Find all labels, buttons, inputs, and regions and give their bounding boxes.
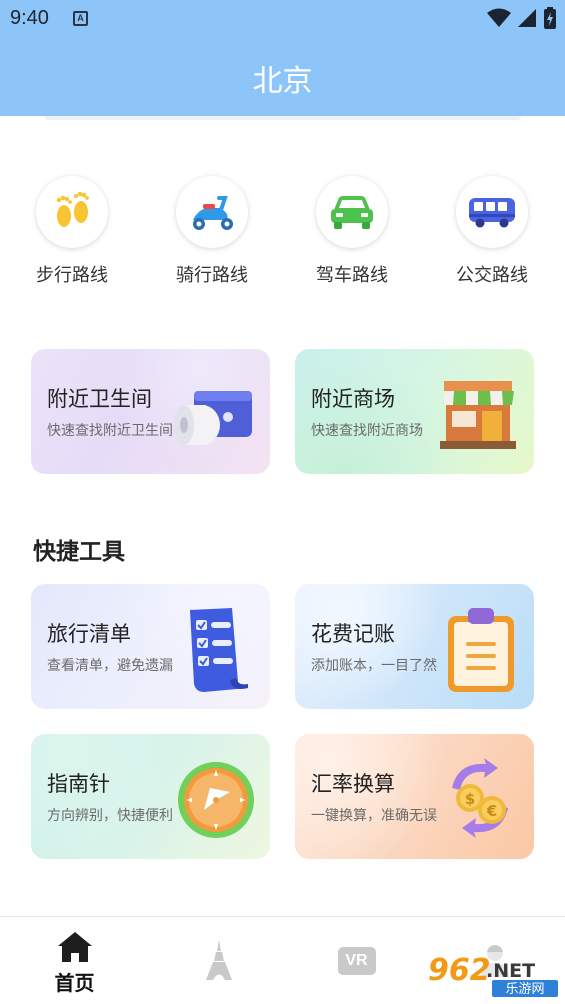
- nearby-toilet-title: 附近卫生间: [47, 387, 152, 411]
- currency-exchange-card[interactable]: 汇率换算 一键换算，准确无误 $ €: [295, 734, 534, 859]
- expense-tracker-card[interactable]: 花费记账 添加账本，一目了然: [295, 584, 534, 709]
- tab-home-label: 首页: [54, 971, 95, 995]
- route-drive-label: 驾车路线: [316, 265, 388, 286]
- nearby-toilet-card[interactable]: 附近卫生间 快速查找附近卫生间: [31, 349, 270, 474]
- compass-card[interactable]: 指南针 方向辨别，快捷便利: [31, 734, 270, 859]
- signal-icon: [518, 9, 536, 27]
- travel-checklist-subtitle: 查看清单，避免遗漏: [47, 658, 173, 674]
- vr-icon-text: VR: [345, 952, 368, 969]
- vr-icon: VR: [337, 947, 376, 975]
- svg-text:乐游网: 乐游网: [505, 982, 544, 997]
- tab-vr[interactable]: VR: [286, 917, 427, 1004]
- route-bus-button[interactable]: 公交路线: [422, 176, 562, 287]
- clipboard-icon: [448, 608, 514, 692]
- compass-title: 指南针: [47, 772, 110, 796]
- status-time: 9:40: [10, 7, 49, 29]
- route-bike-button[interactable]: 骑行路线: [142, 176, 282, 287]
- header: 北京: [0, 40, 565, 116]
- route-buttons: 步行路线 骑行路线 驾车路线 公交路线: [0, 176, 565, 286]
- travel-checklist-card[interactable]: 旅行清单 查看清单，避免遗漏: [31, 584, 270, 709]
- toilet-paper-icon: [174, 391, 252, 445]
- route-walk-button[interactable]: 步行路线: [2, 176, 142, 287]
- tab-home[interactable]: 首页: [4, 917, 145, 1004]
- svg-text:962: 962: [428, 953, 491, 988]
- compass-subtitle: 方向辨别，快捷便利: [47, 808, 173, 824]
- nearby-toilet-subtitle: 快速查找附近卫生间: [47, 423, 173, 439]
- keyboard-a-icon: A: [73, 11, 88, 26]
- currency-exchange-icon: $ €: [452, 758, 508, 838]
- battery-icon: [544, 7, 556, 29]
- status-icons: [487, 7, 557, 29]
- compass-icon: [178, 762, 254, 838]
- expense-tracker-title: 花费记账: [311, 622, 395, 646]
- tools-section-title: 快捷工具: [33, 539, 125, 565]
- scooter-icon: [193, 196, 233, 230]
- bus-icon: [469, 198, 515, 228]
- tab-explore[interactable]: [148, 917, 289, 1004]
- route-drive-button[interactable]: 驾车路线: [282, 176, 422, 287]
- tower-icon: [205, 940, 232, 980]
- page-title: 北京: [252, 64, 313, 99]
- checklist-icon: [190, 608, 248, 692]
- status-bar: 9:40 A: [0, 0, 565, 40]
- travel-checklist-title: 旅行清单: [47, 622, 131, 646]
- svg-text:€: €: [486, 802, 497, 820]
- nearby-mall-title: 附近商场: [311, 387, 395, 411]
- home-icon: [57, 932, 92, 962]
- car-icon: [331, 196, 373, 229]
- route-bus-label: 公交路线: [456, 265, 528, 286]
- shop-icon: [440, 381, 516, 449]
- nearby-mall-subtitle: 快速查找附近商场: [311, 423, 423, 439]
- nearby-mall-card[interactable]: 附近商场 快速查找附近商场: [295, 349, 534, 474]
- route-bike-label: 骑行路线: [176, 265, 248, 286]
- header-divider: [44, 116, 521, 120]
- currency-exchange-title: 汇率换算: [311, 772, 395, 796]
- currency-exchange-subtitle: 一键换算，准确无误: [311, 808, 437, 824]
- route-walk-label: 步行路线: [36, 265, 108, 286]
- site-watermark-logo: 962 .NET 乐游网: [424, 952, 560, 998]
- svg-text:.NET: .NET: [486, 960, 535, 982]
- expense-tracker-subtitle: 添加账本，一目了然: [311, 658, 437, 674]
- footprints-icon: [56, 191, 89, 227]
- wifi-icon: [487, 8, 511, 27]
- svg-text:$: $: [465, 790, 475, 808]
